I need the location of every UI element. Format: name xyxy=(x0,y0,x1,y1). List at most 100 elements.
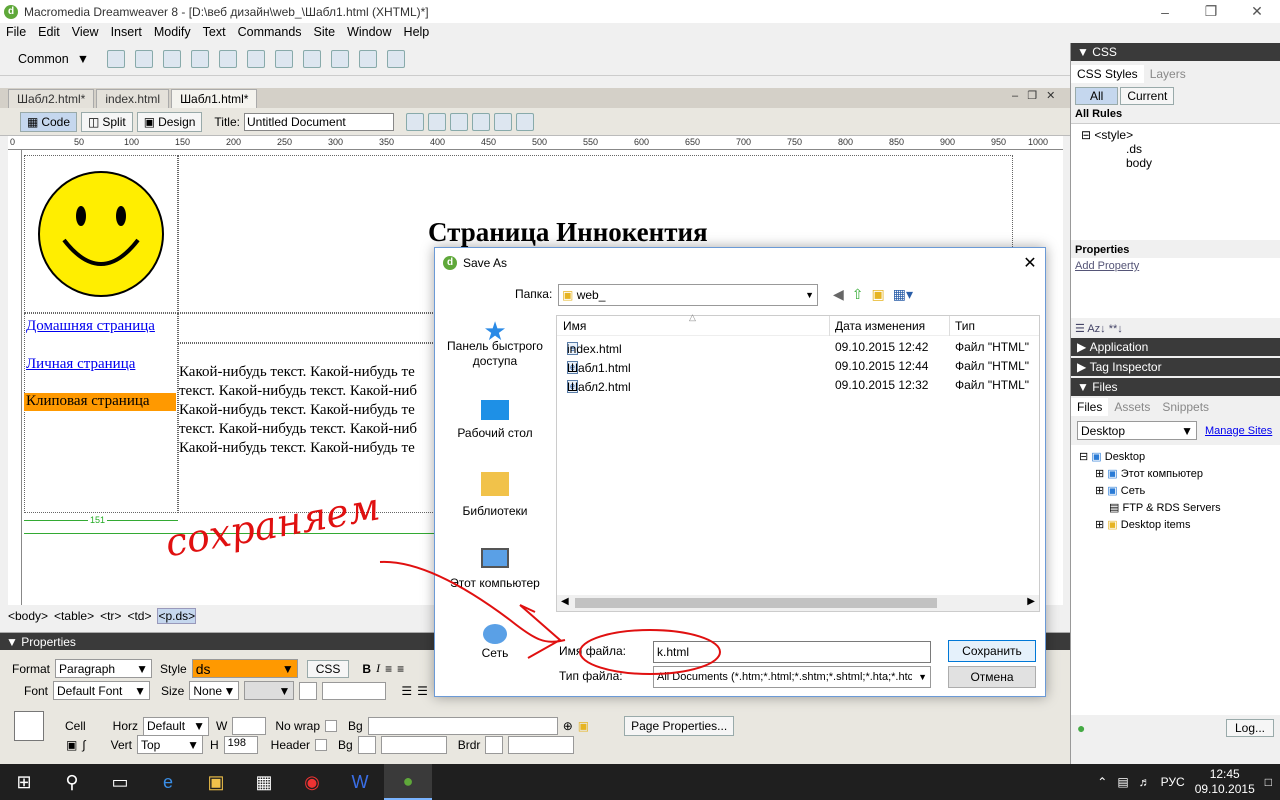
edge-icon[interactable]: e xyxy=(144,764,192,800)
rule-style-node[interactable]: ⊟ <style> xyxy=(1081,128,1270,142)
tab-snippets[interactable]: Snippets xyxy=(1156,398,1215,416)
chrome-icon[interactable]: ◉ xyxy=(288,764,336,800)
place-libraries[interactable]: Библиотеки xyxy=(435,472,555,519)
bg-color-swatch[interactable] xyxy=(357,735,376,754)
css-panel-header[interactable]: ▼ CSS xyxy=(1071,43,1280,61)
all-mode-button[interactable]: All xyxy=(1075,87,1119,105)
menu-edit[interactable]: Edit xyxy=(32,23,66,43)
folder-select[interactable]: ▣ web_ ▼ xyxy=(558,284,818,306)
tray-arrow-icon[interactable]: ⌃ xyxy=(1097,775,1107,789)
folder-icon[interactable]: ▣ xyxy=(578,719,589,733)
menu-view[interactable]: View xyxy=(66,23,105,43)
format-select[interactable]: Paragraph ▼ xyxy=(55,659,153,678)
column-type[interactable]: Тип xyxy=(955,319,975,333)
check-page-icon[interactable] xyxy=(405,112,424,131)
layer-icon[interactable] xyxy=(219,50,238,68)
tab-shabl1[interactable]: Шабл1.html* xyxy=(171,89,258,108)
merge-cells-icon[interactable]: ▣ xyxy=(66,738,77,752)
email-link-icon[interactable] xyxy=(135,50,154,68)
restore-button[interactable]: ❐ xyxy=(1188,0,1234,23)
table-icon[interactable] xyxy=(191,50,210,68)
tab-layers[interactable]: Layers xyxy=(1144,65,1192,83)
tree-desktop[interactable]: ⊟ ▣ Desktop xyxy=(1079,449,1272,466)
css-button[interactable]: CSS xyxy=(306,659,350,678)
menu-site[interactable]: Site xyxy=(308,23,342,43)
save-button[interactable]: Сохранить xyxy=(948,640,1036,662)
rule-body[interactable]: body xyxy=(1081,156,1270,170)
style-select[interactable]: ds ▼ xyxy=(191,659,298,678)
tab-assets[interactable]: Assets xyxy=(1108,398,1156,416)
rule-ds[interactable]: .ds xyxy=(1081,142,1270,156)
view-options-icon[interactable] xyxy=(493,112,512,131)
up-folder-icon[interactable]: ⇧ xyxy=(852,286,864,303)
file-row[interactable]: e index.html 09.10.2015 12:42 Файл "HTML" xyxy=(557,338,1039,357)
nowrap-checkbox[interactable] xyxy=(325,720,338,732)
word-icon[interactable]: W xyxy=(336,764,384,800)
page-properties-button[interactable]: Page Properties... xyxy=(624,716,735,736)
volume-icon[interactable]: ♬ xyxy=(1139,775,1151,789)
size-unit-select[interactable]: ▼ xyxy=(244,681,295,700)
task-view-icon[interactable]: ▭ xyxy=(96,764,144,800)
application-panel-header[interactable]: ▶ Application xyxy=(1071,338,1280,356)
files-panel-header[interactable]: ▼ Files xyxy=(1071,378,1280,396)
menu-file[interactable]: File xyxy=(0,23,32,43)
border-color-input[interactable] xyxy=(508,735,575,754)
dreamweaver-taskbar-icon[interactable]: ● xyxy=(384,764,432,800)
current-mode-button[interactable]: Current xyxy=(1120,87,1175,105)
split-view-button[interactable]: ◫ Split xyxy=(81,111,133,132)
tag-tr[interactable]: <tr> xyxy=(100,609,121,623)
sort-alpha-icon[interactable]: Az↓ xyxy=(1087,323,1105,335)
minimize-button[interactable]: – xyxy=(1142,0,1188,23)
site-select[interactable]: Desktop ▼ xyxy=(1077,421,1197,440)
tab-shabl2[interactable]: Шабл2.html* xyxy=(8,89,95,108)
tree-desktop-items[interactable]: ⊞ ▣ Desktop items xyxy=(1079,517,1272,534)
bg-image-input[interactable] xyxy=(367,717,558,735)
tag-td[interactable]: <td> xyxy=(127,609,151,623)
preview-browser-icon[interactable] xyxy=(449,112,468,131)
design-view-button[interactable]: ▣ Design xyxy=(136,111,203,132)
start-button[interactable]: ⊞ xyxy=(0,764,48,800)
tree-this-pc[interactable]: ⊞ ▣ Этот компьютер xyxy=(1079,466,1272,483)
tree-ftp[interactable]: ▤ FTP & RDS Servers xyxy=(1079,500,1272,517)
tab-files[interactable]: Files xyxy=(1071,398,1109,416)
date-icon[interactable] xyxy=(303,50,322,68)
size-select[interactable]: None ▼ xyxy=(189,681,240,700)
back-icon[interactable]: ◀ xyxy=(833,286,844,303)
category-view-icon[interactable]: ☰ xyxy=(1075,323,1085,335)
font-select[interactable]: Default Font ▼ xyxy=(53,681,151,700)
place-quick-access[interactable]: ★ Панель быстрого доступа xyxy=(435,318,555,369)
manage-sites-link[interactable]: Manage Sites xyxy=(1205,425,1272,437)
tag-table[interactable]: <table> xyxy=(54,609,94,623)
file-row[interactable]: e Шабл1.html 09.10.2015 12:44 Файл "HTML" xyxy=(557,357,1039,376)
tag-chooser-icon[interactable] xyxy=(387,50,406,68)
network-tray-icon[interactable]: ▤ xyxy=(1117,775,1128,789)
cell-width-input[interactable] xyxy=(232,717,267,735)
menu-modify[interactable]: Modify xyxy=(148,23,197,43)
menu-text[interactable]: Text xyxy=(197,23,232,43)
log-button[interactable]: Log... xyxy=(1225,719,1274,737)
clock[interactable]: 12:45 09.10.2015 xyxy=(1195,767,1255,797)
visual-aids-icon[interactable] xyxy=(515,112,534,131)
tab-index[interactable]: index.html xyxy=(96,89,170,108)
column-date[interactable]: Дата изменения xyxy=(835,319,925,333)
horz-select[interactable]: Default ▼ xyxy=(143,716,210,736)
cancel-button[interactable]: Отмена xyxy=(948,666,1036,688)
file-management-icon[interactable] xyxy=(427,112,446,131)
header-checkbox[interactable] xyxy=(315,738,328,751)
refresh-icon[interactable] xyxy=(471,112,490,131)
image-icon[interactable] xyxy=(247,50,266,68)
keyboard-layout[interactable]: РУС xyxy=(1161,775,1185,789)
comment-icon[interactable] xyxy=(331,50,350,68)
vert-select[interactable]: Top ▼ xyxy=(137,735,203,754)
text-color-swatch[interactable] xyxy=(299,681,318,700)
nav-link-clip[interactable]: Клиповая страница xyxy=(24,393,176,411)
notifications-icon[interactable]: □ xyxy=(1265,775,1272,789)
set-properties-icon[interactable]: **↓ xyxy=(1109,323,1123,335)
tree-network[interactable]: ⊞ ▣ Сеть xyxy=(1079,483,1272,500)
named-anchor-icon[interactable] xyxy=(163,50,182,68)
column-name[interactable]: Имя xyxy=(563,319,586,333)
menu-help[interactable]: Help xyxy=(398,23,436,43)
dialog-close-button[interactable]: ✕ xyxy=(1015,248,1045,277)
hyperlink-icon[interactable] xyxy=(107,50,126,68)
scroll-right-icon[interactable]: ▶ xyxy=(1027,596,1035,607)
